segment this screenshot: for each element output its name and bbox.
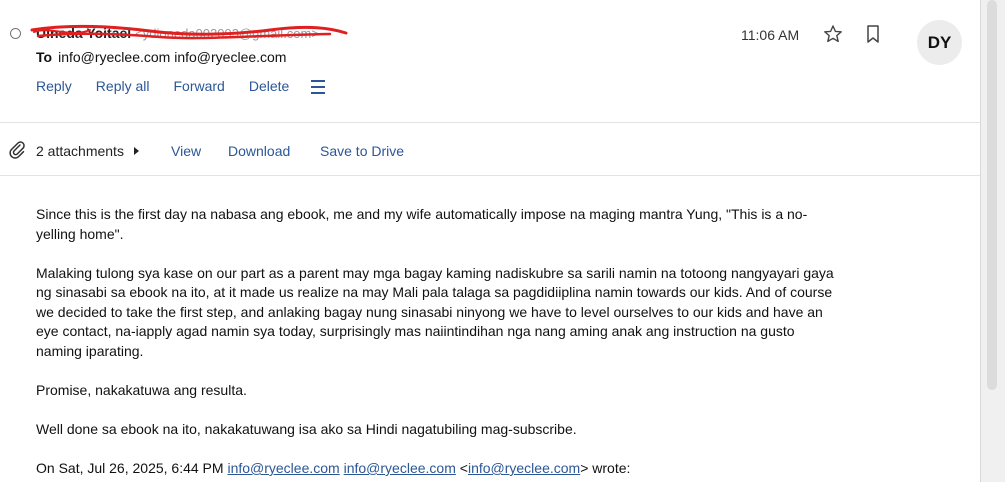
forward-button[interactable]: Forward <box>174 78 225 94</box>
paperclip-icon <box>9 141 25 159</box>
message-time: 11:06 AM <box>741 27 800 43</box>
to-row: To info@ryeclee.com info@ryeclee.com <box>36 49 286 65</box>
quote-email-link[interactable]: info@ryeclee.com <box>227 460 339 476</box>
download-attachments-button[interactable]: Download <box>228 143 290 159</box>
avatar[interactable]: DY <box>917 20 962 65</box>
header-divider <box>0 122 980 123</box>
quote-suffix: > wrote: <box>580 460 631 476</box>
sender-name: Ulneda Yoitael <box>36 25 132 41</box>
more-menu-icon[interactable] <box>311 79 326 94</box>
star-icon[interactable] <box>823 24 843 44</box>
sender-email: <ydioneda002093@gmail.com> <box>135 26 319 41</box>
quote-header: On Sat, Jul 26, 2025, 6:44 PM info@ryecl… <box>36 460 630 476</box>
to-label: To <box>36 49 53 65</box>
quote-prefix: On Sat, Jul 26, 2025, 6:44 PM <box>36 460 228 476</box>
reply-all-button[interactable]: Reply all <box>96 78 150 94</box>
message-actions: Reply Reply all Forward Delete <box>36 78 326 94</box>
quote-open-bracket: < <box>455 460 468 476</box>
scrollbar-thumb[interactable] <box>987 0 997 390</box>
bookmark-icon[interactable] <box>864 24 882 44</box>
attachments-divider <box>0 175 980 176</box>
reply-button[interactable]: Reply <box>36 78 72 94</box>
save-to-drive-button[interactable]: Save to Drive <box>320 143 404 159</box>
sender-row: Ulneda Yoitael <ydioneda002093@gmail.com> <box>36 25 319 43</box>
caret-right-icon[interactable] <box>134 147 139 155</box>
view-attachments-button[interactable]: View <box>171 143 201 159</box>
body-paragraph: Malaking tulong sya kase on our part as … <box>36 264 834 359</box>
to-recipients: info@ryeclee.com info@ryeclee.com <box>58 49 287 65</box>
body-paragraph: Since this is the first day na nabasa an… <box>36 206 808 242</box>
quote-email-link[interactable]: info@ryeclee.com <box>344 460 456 476</box>
delete-button[interactable]: Delete <box>249 78 289 94</box>
message-body: Since this is the first day na nabasa an… <box>36 205 836 459</box>
body-paragraph: Promise, nakakatuwa ang resulta. <box>36 381 247 398</box>
quote-email-link[interactable]: info@ryeclee.com <box>468 460 580 476</box>
attachments-count[interactable]: 2 attachments <box>36 143 124 159</box>
radio-icon[interactable] <box>10 28 21 39</box>
body-paragraph: Well done sa ebook na ito, nakakatuwang … <box>36 420 577 437</box>
scrollbar[interactable] <box>980 0 1005 482</box>
